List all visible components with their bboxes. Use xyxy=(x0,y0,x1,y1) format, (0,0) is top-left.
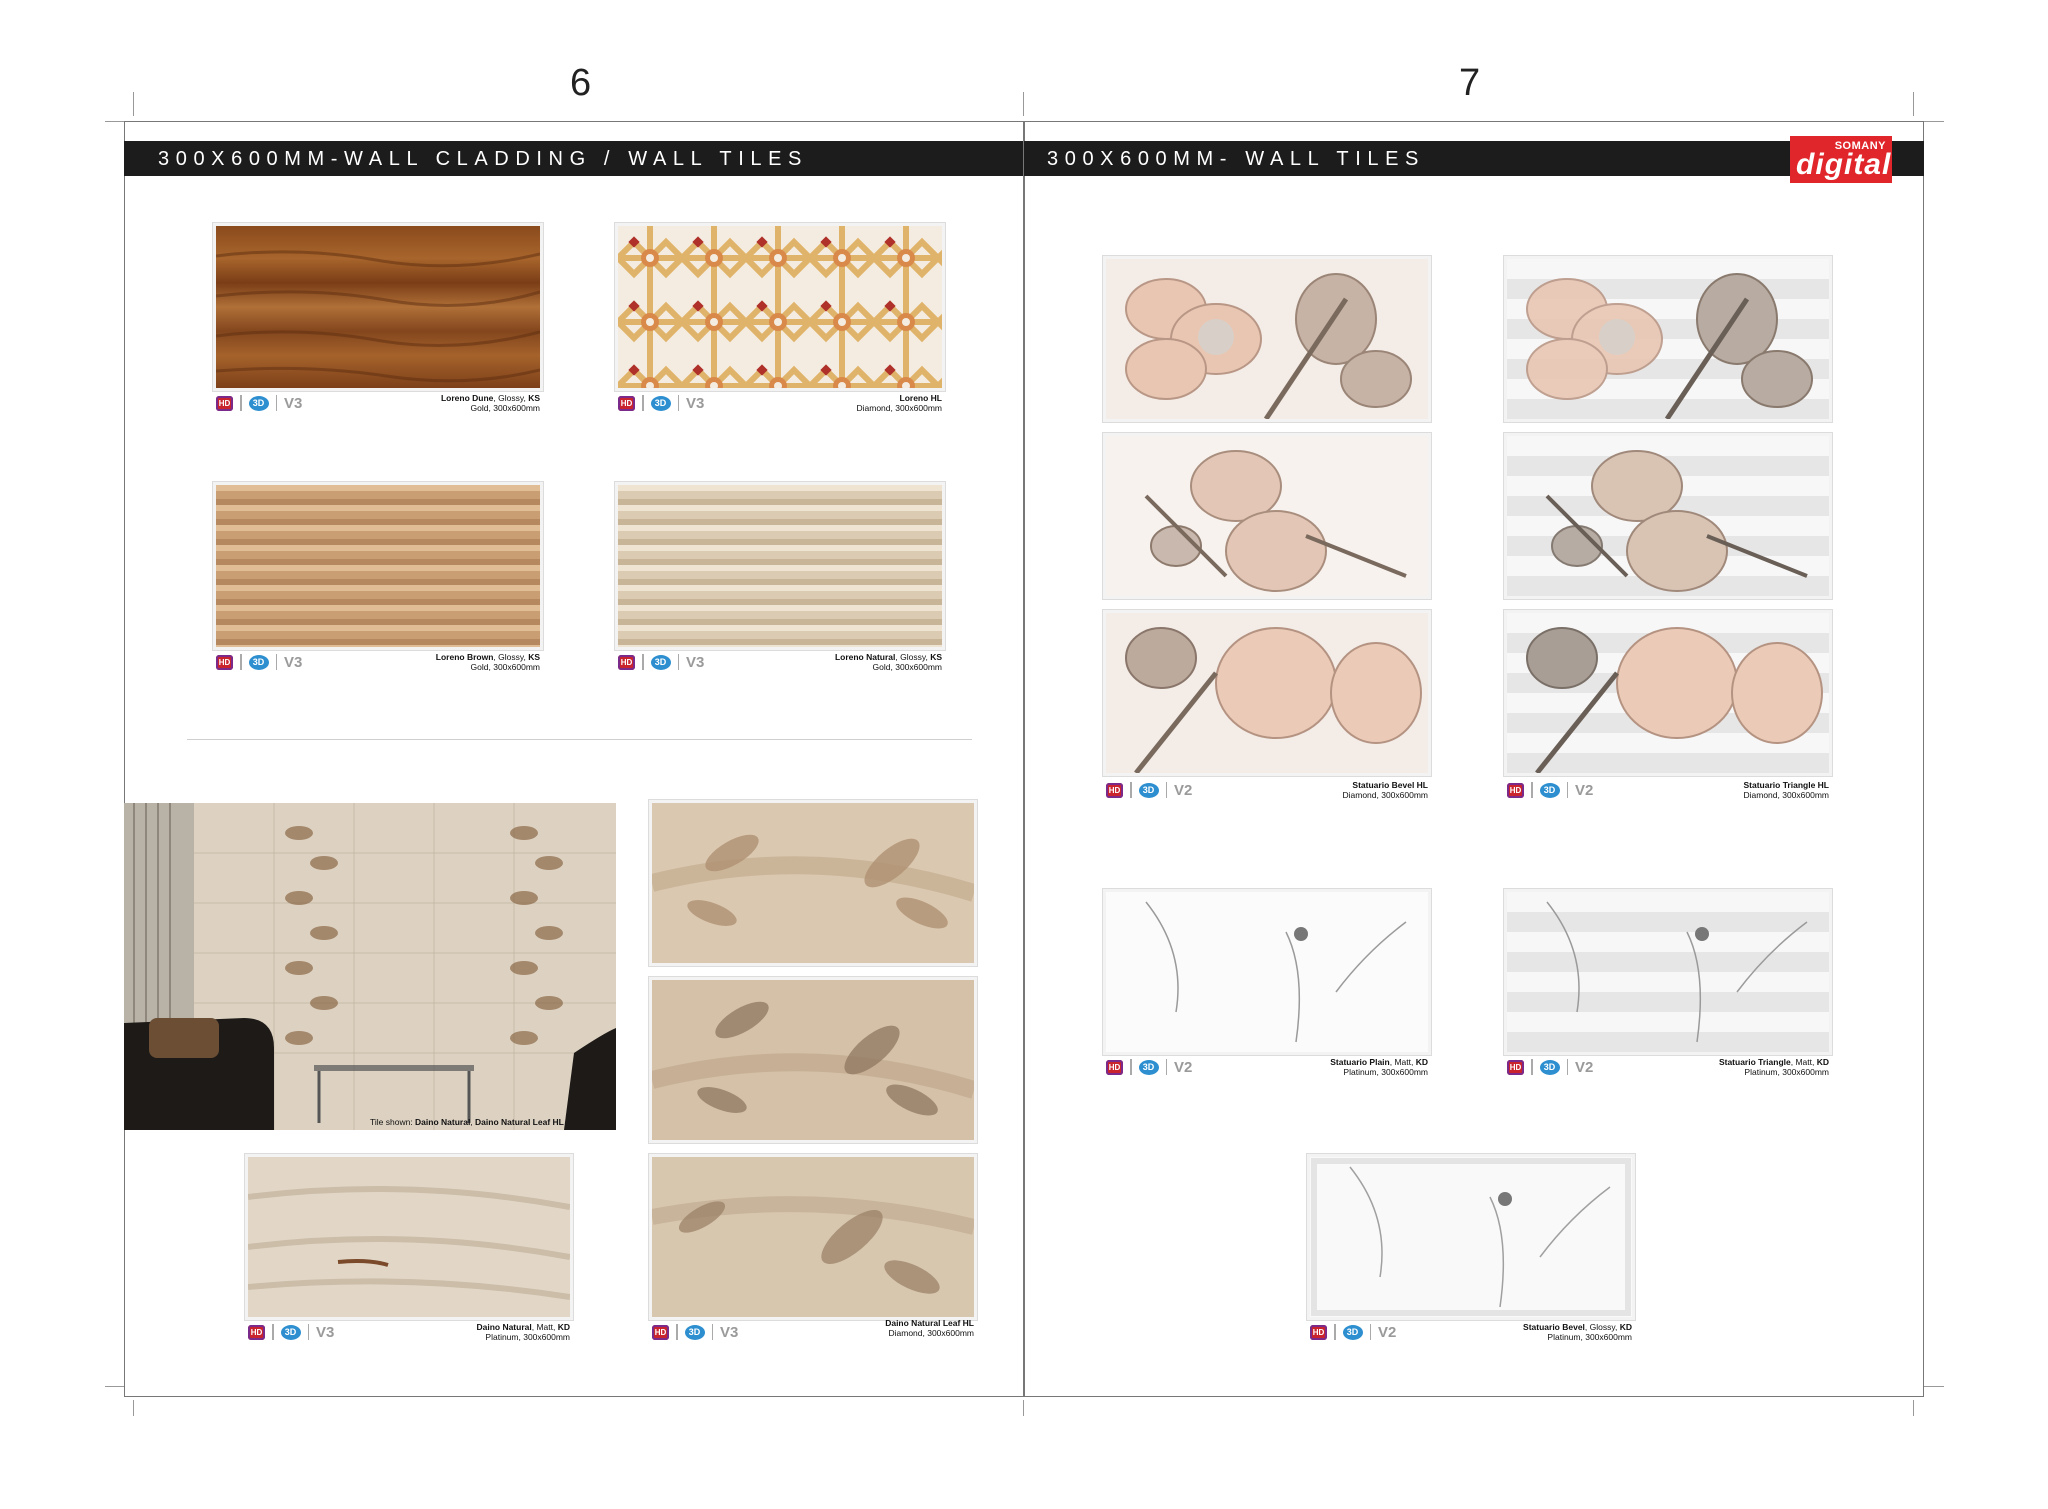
version-label: V2 xyxy=(1174,781,1193,799)
tile-caption-daino-natural-leaf-hl: Daino Natural Leaf HL Diamond, 300x600mm xyxy=(885,1318,974,1338)
3d-icon: 3D xyxy=(684,1324,705,1340)
tile-badges: HD 3D V3 xyxy=(248,1323,334,1341)
section-divider xyxy=(187,739,972,740)
3d-icon: 3D xyxy=(248,654,269,670)
tile-caption-statuario-triangle-hl: Statuario Triangle HL Diamond, 300x600mm xyxy=(1743,780,1829,800)
version-label: V3 xyxy=(316,1323,335,1341)
crop-mark xyxy=(1023,92,1024,116)
tile-caption-statuario-bevel-hl: Statuario Bevel HL Diamond, 300x600mm xyxy=(1342,780,1428,800)
version-label: V2 xyxy=(1575,1058,1594,1076)
3d-icon: 3D xyxy=(1342,1324,1363,1340)
tile-image-loreno-natural xyxy=(618,485,942,647)
tile-image-statuario-triangle-hl-1 xyxy=(1507,259,1829,419)
version-label: V3 xyxy=(720,1323,739,1341)
tile-badges: HD 3D V3 xyxy=(618,394,704,412)
hd-icon: HD xyxy=(1106,782,1123,798)
page-spine xyxy=(1023,121,1025,1397)
crop-mark xyxy=(105,121,125,122)
version-label: V3 xyxy=(284,394,303,412)
tile-badges: HD 3D V3 xyxy=(618,653,704,671)
version-label: V2 xyxy=(1575,781,1594,799)
left-header-title: 300X600MM-WALL CLADDING / WALL TILES xyxy=(158,148,808,170)
tile-badges: HD 3D V2 xyxy=(1507,781,1593,799)
tile-image-loreno-brown xyxy=(216,485,540,647)
hd-icon: HD xyxy=(652,1324,669,1340)
tile-badges: HD 3D V2 xyxy=(1106,1058,1192,1076)
version-label: V2 xyxy=(1378,1323,1397,1341)
tile-image-statuario-bevel-hl-3 xyxy=(1106,613,1428,773)
3d-icon: 3D xyxy=(650,654,671,670)
tile-image-statuario-bevel-hl-1 xyxy=(1106,259,1428,419)
hd-icon: HD xyxy=(216,395,233,411)
crop-mark xyxy=(1924,121,1944,122)
crop-mark xyxy=(133,92,134,116)
tile-caption-statuario-plain: Statuario Plain, Matt, KD Platinum, 300x6… xyxy=(1330,1057,1428,1077)
tile-caption-loreno-natural: Loreno Natural, Glossy, KS Gold, 300x600m… xyxy=(834,652,942,672)
tile-image-daino-natural xyxy=(248,1157,570,1317)
version-label: V3 xyxy=(284,653,303,671)
3d-icon: 3D xyxy=(1539,1059,1560,1075)
crop-mark xyxy=(133,1400,134,1416)
somany-digital-logo: SOMANY digital xyxy=(1790,136,1892,183)
tile-caption-statuario-triangle: Statuario Triangle, Matt, KD Platinum, 30… xyxy=(1718,1057,1829,1077)
room-scene-caption: Tile shown: Daino Natural, Daino Natural… xyxy=(370,1117,564,1127)
hd-icon: HD xyxy=(618,395,635,411)
hd-icon: HD xyxy=(248,1324,265,1340)
hd-icon: HD xyxy=(1106,1059,1123,1075)
3d-icon: 3D xyxy=(280,1324,301,1340)
tile-caption-loreno-hl: Loreno HL Diamond, 300x600mm xyxy=(856,393,942,413)
tile-image-daino-leaf-1 xyxy=(652,803,974,963)
page-number-left: 6 xyxy=(570,62,592,104)
version-label: V3 xyxy=(686,653,705,671)
3d-icon: 3D xyxy=(1138,1059,1159,1075)
page-number-right: 7 xyxy=(1459,62,1481,104)
3d-icon: 3D xyxy=(1539,782,1560,798)
tile-image-statuario-bevel xyxy=(1310,1157,1632,1317)
tile-image-statuario-triangle-hl-3 xyxy=(1507,613,1829,773)
version-label: V3 xyxy=(686,394,705,412)
tile-caption-statuario-bevel: Statuario Bevel, Glossy, KD Platinum, 300… xyxy=(1523,1322,1632,1342)
tile-badges: HD 3D V2 xyxy=(1507,1058,1593,1076)
tile-badges: HD 3D V2 xyxy=(1310,1323,1396,1341)
hd-icon: HD xyxy=(216,654,233,670)
right-header-title: 300X600MM- WALL TILES xyxy=(1047,148,1425,170)
tile-badges: HD 3D V3 xyxy=(216,653,302,671)
crop-mark xyxy=(105,1386,125,1387)
room-scene-image xyxy=(124,803,616,1130)
tile-image-daino-leaf-2 xyxy=(652,980,974,1140)
tile-badges: HD 3D V2 xyxy=(1106,781,1192,799)
hd-icon: HD xyxy=(1507,782,1524,798)
tile-image-statuario-triangle-hl-2 xyxy=(1507,436,1829,596)
crop-mark xyxy=(1913,1400,1914,1416)
tile-caption-daino-natural: Daino Natural, Matt, KD Platinum, 300x600… xyxy=(476,1322,570,1342)
crop-mark xyxy=(1023,1400,1024,1416)
crop-mark xyxy=(1924,1386,1944,1387)
crop-mark xyxy=(1913,92,1914,116)
tile-image-statuario-bevel-hl-2 xyxy=(1106,436,1428,596)
3d-icon: 3D xyxy=(650,395,671,411)
tile-image-statuario-triangle xyxy=(1507,892,1829,1052)
tile-image-loreno-hl xyxy=(618,226,942,388)
tile-image-loreno-dune xyxy=(216,226,540,388)
tile-image-statuario-plain xyxy=(1106,892,1428,1052)
logo-sub: digital xyxy=(1796,148,1892,181)
tile-caption-loreno-dune: Loreno Dune, Glossy, KS Gold, 300x600mm xyxy=(440,393,540,413)
3d-icon: 3D xyxy=(1138,782,1159,798)
hd-icon: HD xyxy=(1310,1324,1327,1340)
tile-caption-loreno-brown: Loreno Brown, Glossy, KS Gold, 300x600mm xyxy=(435,652,540,672)
version-label: V2 xyxy=(1174,1058,1193,1076)
tile-badges: HD 3D V3 xyxy=(652,1323,738,1341)
hd-icon: HD xyxy=(1507,1059,1524,1075)
hd-icon: HD xyxy=(618,654,635,670)
tile-image-daino-natural-leaf-hl xyxy=(652,1157,974,1317)
3d-icon: 3D xyxy=(248,395,269,411)
tile-badges: HD 3D V3 xyxy=(216,394,302,412)
